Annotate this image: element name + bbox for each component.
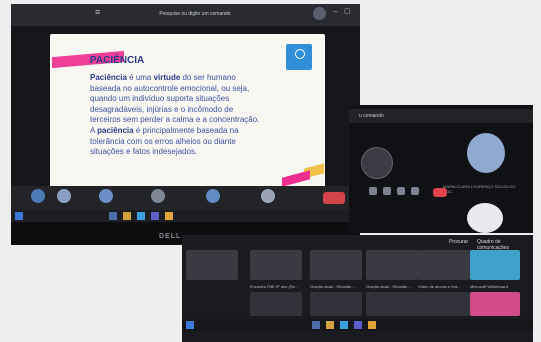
start-icon[interactable]	[15, 212, 23, 220]
file-label: Microsoft Whiteboard	[470, 284, 508, 289]
avatar[interactable]	[313, 7, 326, 20]
menu-icon[interactable]: ≡	[95, 7, 100, 17]
search-bar[interactable]: Pesquise ou digite um comando	[159, 8, 231, 20]
laptop-photo-slide: ≡ Pesquise ou digite um comando – ▢ PACI…	[11, 4, 360, 245]
chrome-icon[interactable]	[165, 212, 173, 220]
file-thumbnail[interactable]	[418, 250, 470, 280]
slide-text-part: é uma	[126, 73, 154, 82]
participant-avatar[interactable]	[99, 189, 113, 203]
share-screen-icon[interactable]	[411, 187, 419, 195]
slide-pink-corner	[282, 170, 310, 187]
file-label: Oração atual - Reunião ...	[366, 284, 412, 289]
slide-title: PACIÊNCIA	[90, 55, 145, 66]
onenote-tile[interactable]	[470, 292, 520, 316]
participant-avatar[interactable]	[31, 189, 45, 203]
participant-video[interactable]	[361, 147, 393, 179]
hang-up-button[interactable]	[323, 192, 345, 204]
file-label: Vídeo de alunos e fort...	[418, 284, 461, 289]
whiteboard-tile[interactable]	[470, 250, 520, 280]
presentation-slide: PACIÊNCIA Paciência é uma virtude do ser…	[50, 34, 325, 189]
taskbar-app-icon[interactable]	[312, 321, 320, 329]
taskbar-app-icon[interactable]	[109, 212, 117, 220]
window-title: u comando	[359, 113, 384, 119]
windows-taskbar	[11, 210, 360, 222]
file-board-photo: Procurar Quadro de comunicações Encontro…	[182, 235, 533, 342]
call-participants-bar	[11, 186, 360, 210]
file-thumbnail[interactable]	[366, 292, 418, 316]
maximize-icon[interactable]: ▢	[344, 7, 351, 15]
file-thumbnail[interactable]	[310, 250, 362, 280]
participant-avatar[interactable]	[57, 189, 71, 203]
start-icon[interactable]	[186, 321, 194, 329]
minimize-icon[interactable]: –	[333, 7, 337, 16]
hang-up-button[interactable]	[433, 188, 447, 197]
file-thumbnail[interactable]	[250, 250, 302, 280]
slide-text-part: paciência	[97, 125, 134, 135]
folder-icon[interactable]	[326, 321, 334, 329]
windows-taskbar	[182, 319, 533, 331]
file-thumbnail[interactable]	[366, 250, 418, 280]
file-label: Encontro PAE 6º ano (Re...	[250, 284, 299, 289]
camera-icon[interactable]	[383, 187, 391, 195]
file-thumbnail[interactable]	[418, 292, 470, 316]
browse-menu[interactable]: Procurar	[449, 239, 468, 245]
teams-icon[interactable]	[151, 212, 159, 220]
folder-icon[interactable]	[123, 212, 131, 220]
chrome-icon[interactable]	[368, 321, 376, 329]
laptop-brand-logo: DELL	[159, 233, 182, 240]
participant-video[interactable]	[467, 203, 503, 233]
participant-avatar[interactable]	[151, 189, 165, 203]
file-label: Oração atual - Reunião ...	[310, 284, 356, 289]
teams-icon[interactable]	[354, 321, 362, 329]
participant-avatar[interactable]	[261, 189, 275, 203]
more-options-icon[interactable]	[369, 187, 377, 195]
edge-icon[interactable]	[137, 212, 145, 220]
participant-avatar[interactable]	[206, 189, 220, 203]
file-thumbnail[interactable]	[186, 250, 238, 280]
edge-icon[interactable]	[340, 321, 348, 329]
slide-text-part: virtude	[153, 73, 181, 82]
microphone-icon[interactable]	[397, 187, 405, 195]
file-thumbnail[interactable]	[250, 292, 302, 316]
slide-text-part: Paciência	[90, 73, 127, 82]
file-thumbnail[interactable]	[310, 292, 362, 316]
laptop-photo-call: u comando MARIA CLARA LOURENÇO SOUZA DO …	[349, 105, 533, 233]
slide-body-text: Paciência é uma virtude do ser humano ba…	[90, 73, 262, 158]
participant-video[interactable]	[467, 133, 505, 173]
school-logo-icon	[286, 44, 312, 70]
